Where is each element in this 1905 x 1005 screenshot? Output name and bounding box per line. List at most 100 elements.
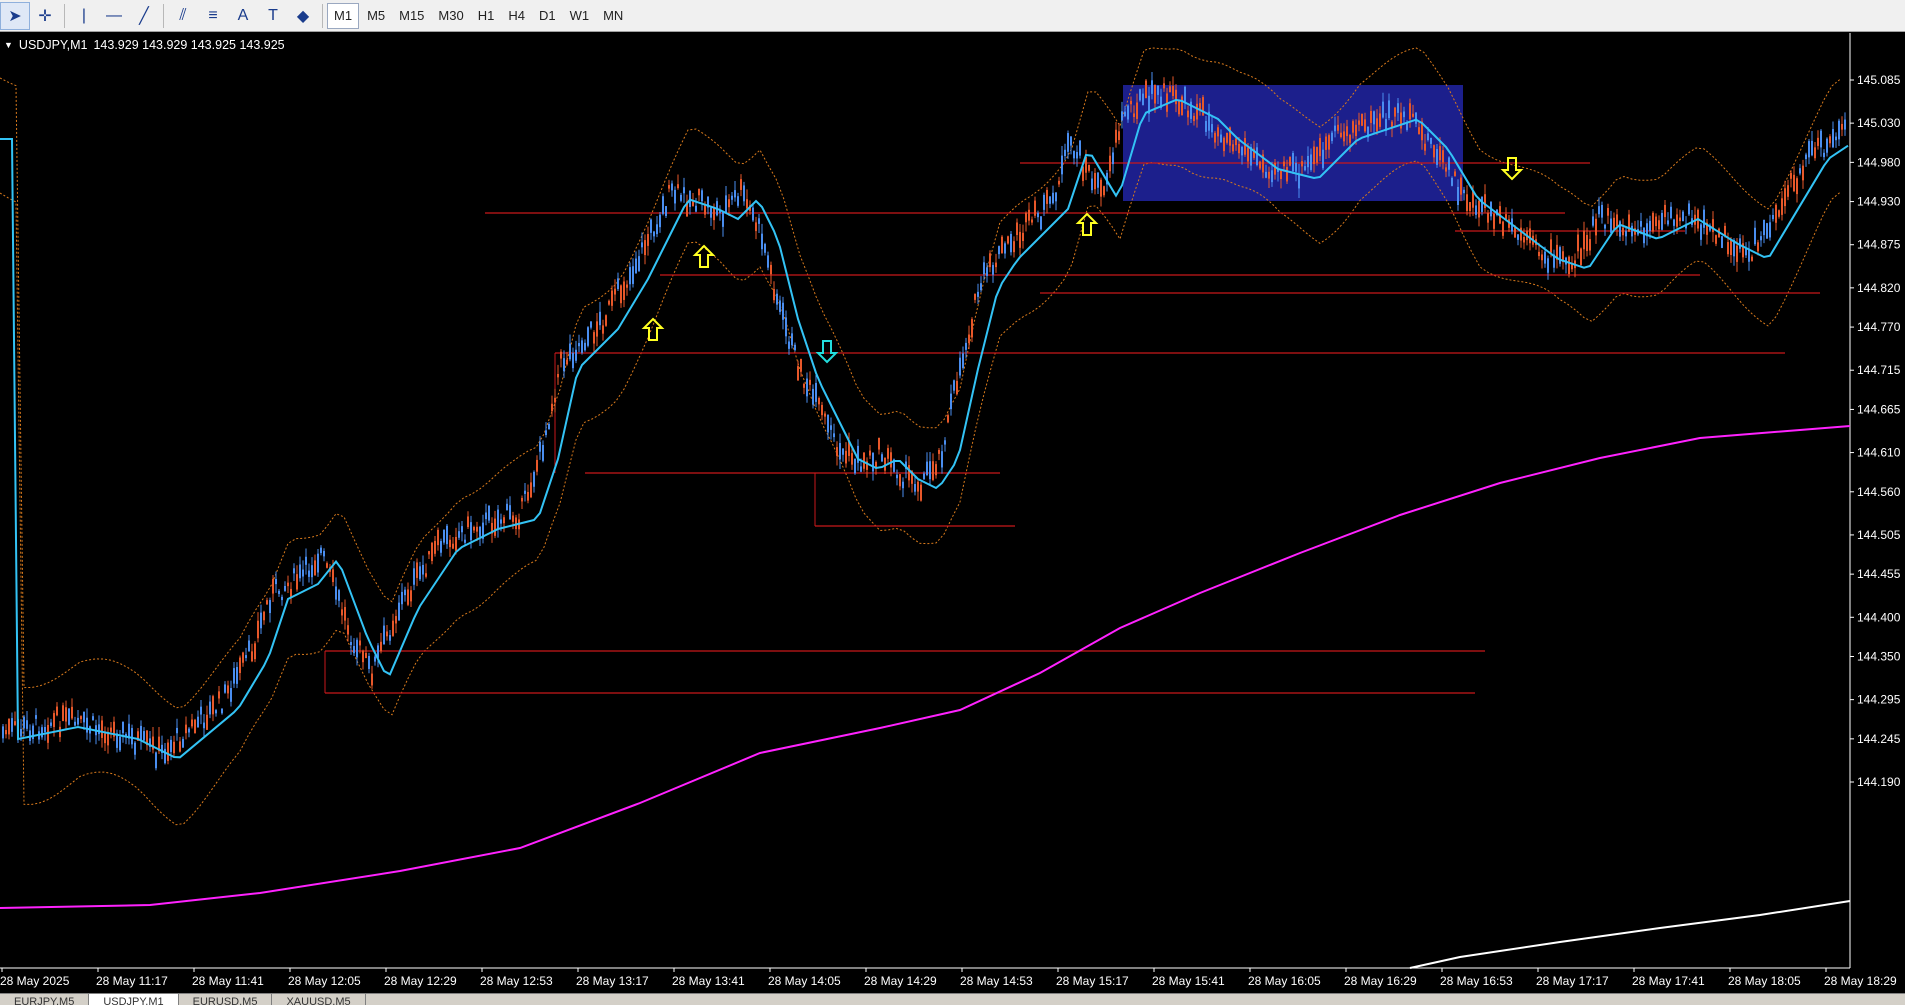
candle-body: [1604, 224, 1606, 229]
timeframe-bar: M1 M5 M15 M30 H1 H4 D1 W1 MN: [327, 2, 629, 29]
candle-body: [1439, 146, 1441, 161]
candle-body: [773, 288, 775, 301]
candle-body: [557, 374, 559, 378]
candle-body: [350, 641, 352, 646]
candle-body: [1415, 112, 1417, 124]
candle-body: [608, 300, 610, 305]
tab-usdjpy-m1[interactable]: USDJPY,M1: [89, 994, 179, 1005]
candle-body: [908, 465, 910, 481]
candle-body: [314, 560, 316, 576]
candle-body: [983, 262, 985, 275]
candle-body: [263, 611, 265, 621]
candle-body: [755, 222, 757, 232]
candle-body: [311, 565, 313, 578]
drawing-tools: ➤ ✛ | — ╱ ⫽ ≡ A T ◆: [0, 1, 318, 30]
candle-body: [251, 651, 253, 662]
chart-canvas[interactable]: 145.085 145.030 144.980 144.930 144.875 144.8…: [0, 33, 1905, 991]
candle-body: [1325, 136, 1327, 150]
cursor-icon[interactable]: ➤: [0, 1, 30, 30]
candle-body: [1220, 134, 1222, 143]
timeframe-h1[interactable]: H1: [472, 3, 501, 29]
candle-body: [989, 253, 991, 268]
candle-body: [1232, 144, 1234, 152]
timeframe-mn[interactable]: MN: [597, 3, 629, 29]
trendline-icon[interactable]: ╱: [129, 2, 159, 30]
candle-body: [1790, 173, 1792, 179]
timeframe-m15[interactable]: M15: [393, 3, 430, 29]
candle-body: [1394, 107, 1396, 117]
candle-body: [821, 404, 823, 416]
candle-body: [206, 714, 208, 730]
candle-body: [1298, 173, 1300, 189]
candle-body: [1760, 236, 1762, 241]
candle-body: [41, 727, 43, 738]
candle-body: [1121, 111, 1123, 121]
candle-body: [1844, 119, 1846, 130]
tab-xauusd-m5[interactable]: XAUUSD,M5: [272, 994, 366, 1005]
candle-body: [203, 722, 205, 729]
candle-body: [1721, 236, 1723, 248]
shapes-icon[interactable]: ◆: [288, 2, 318, 30]
equidistant-channel-icon[interactable]: ⫽: [168, 2, 198, 30]
candle-body: [977, 291, 979, 297]
tab-eurjpy-m5[interactable]: EURJPY,M5: [0, 994, 90, 1005]
candle-body: [71, 706, 73, 719]
horizontal-line-icon[interactable]: —: [99, 2, 129, 30]
time-label: 28 May 12:29: [384, 974, 457, 988]
candle-body: [1238, 143, 1240, 154]
candle-body: [1388, 100, 1390, 119]
candle-body: [959, 357, 961, 376]
tab-eurusd-m5[interactable]: EURUSD,M5: [178, 994, 273, 1005]
candle-body: [395, 616, 397, 624]
price-label: 145.085: [1857, 73, 1901, 87]
chart-ohlc: 143.929 143.929 143.925 143.925: [93, 38, 285, 52]
candle-body: [344, 607, 346, 621]
candle-body: [323, 550, 325, 557]
candle-body: [1814, 147, 1816, 159]
candle-body: [1835, 136, 1837, 141]
candle-body: [1310, 154, 1312, 170]
timeframe-h4[interactable]: H4: [502, 3, 531, 29]
candle-body: [494, 518, 496, 536]
timeframe-m30[interactable]: M30: [432, 3, 469, 29]
candle-body: [1139, 89, 1141, 101]
candle-body: [275, 578, 277, 585]
candle-body: [635, 258, 637, 274]
candle-body: [1664, 204, 1666, 218]
candle-body: [443, 529, 445, 543]
fibonacci-icon[interactable]: ≡: [198, 2, 228, 30]
timeframe-d1[interactable]: D1: [533, 3, 562, 29]
timeframe-m5[interactable]: M5: [361, 3, 391, 29]
candle-body: [659, 214, 661, 228]
price-chart[interactable]: 145.085 145.030 144.980 144.930 144.875 144.8…: [0, 33, 1905, 991]
timeframe-w1[interactable]: W1: [564, 3, 596, 29]
candle-body: [629, 267, 631, 285]
candle-body: [107, 733, 109, 746]
candle-body: [1481, 197, 1483, 212]
candle-body: [20, 729, 22, 737]
collapse-triangle-icon[interactable]: ▼: [4, 40, 13, 50]
candle-body: [938, 449, 940, 454]
crosshair-icon[interactable]: ✛: [30, 2, 60, 30]
candle-body: [1550, 239, 1552, 253]
candle-body: [941, 451, 943, 468]
candle-body: [881, 454, 883, 462]
text-icon[interactable]: A: [228, 2, 258, 30]
candle-body: [887, 448, 889, 459]
vertical-line-icon[interactable]: |: [69, 2, 99, 30]
time-label: 28 May 14:05: [768, 974, 841, 988]
candle-body: [1820, 130, 1822, 148]
candle-body: [545, 430, 547, 436]
candle-body: [1265, 171, 1267, 178]
candle-body: [65, 707, 67, 722]
upper-band-line: [0, 47, 1841, 709]
candle-body: [617, 278, 619, 290]
candle-body: [479, 526, 481, 537]
candle-body: [353, 646, 355, 654]
text-label-icon[interactable]: T: [258, 2, 288, 30]
candle-body: [521, 497, 523, 502]
candle-body: [1337, 124, 1339, 131]
timeframe-m1[interactable]: M1: [327, 2, 360, 29]
candle-body: [1583, 230, 1585, 250]
candle-body: [185, 724, 187, 734]
